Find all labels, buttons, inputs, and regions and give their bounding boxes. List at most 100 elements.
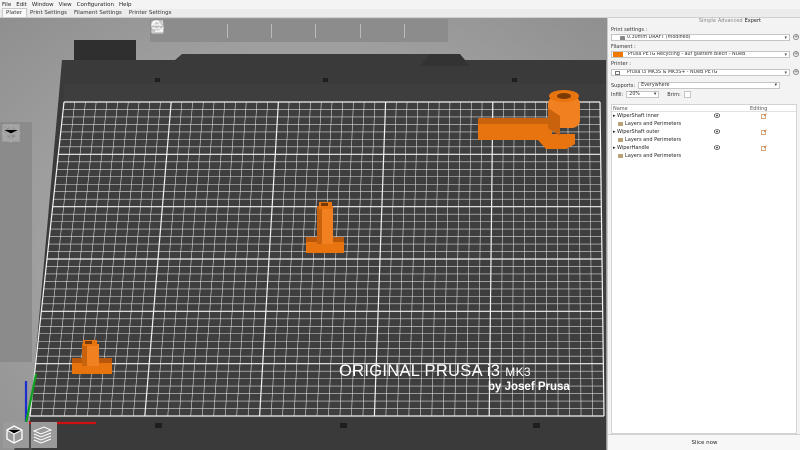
menu-edit[interactable]: Edit: [16, 2, 27, 8]
object-row[interactable]: ▸ WiperHandle: [612, 144, 796, 152]
object-list: Name Editing ▸ WiperShaft inner Layers a…: [611, 104, 797, 434]
brim-checkbox[interactable]: [683, 91, 691, 98]
chevron-down-icon: ▾: [784, 70, 787, 76]
toolbar-separator-2: [271, 23, 275, 38]
toolbar-separator-4: [359, 23, 364, 38]
redo-icon[interactable]: [152, 22, 445, 39]
print-settings-value: 0.30mm DRAFT (modified): [627, 35, 691, 40]
infill-value: 20%: [629, 92, 640, 97]
paste-icon[interactable]: [152, 20, 268, 39]
tab-print-settings[interactable]: Print Settings: [27, 9, 71, 17]
menu-bar: File Edit Window View Configuration Help: [0, 0, 800, 9]
supports-label: Supports:: [611, 82, 636, 89]
filament-value: Prusa PETG Recycling - auf glattem Blech…: [628, 52, 746, 57]
sidebar: Simple Advanced Expert Print settings : …: [607, 18, 800, 450]
menu-view[interactable]: View: [59, 2, 72, 8]
object-row[interactable]: ▸ WiperShaft outer: [612, 128, 796, 136]
add-instance-icon[interactable]: [152, 21, 294, 39]
tab-bar: Plater Print Settings Filament Settings …: [0, 8, 800, 18]
object-sub-label: Layers and Perimeters: [625, 153, 682, 159]
tab-printer-settings[interactable]: Printer Settings: [126, 9, 176, 17]
add-filament-icon[interactable]: +: [793, 51, 799, 57]
chevron-down-icon: ▾: [653, 92, 657, 97]
add-preset-icon[interactable]: +: [793, 34, 799, 40]
layers-preview-icon: [32, 426, 53, 444]
place-on-face-icon[interactable]: [2, 124, 29, 241]
supports-icon[interactable]: [3, 124, 29, 299]
object-subrow[interactable]: Layers and Perimeters: [612, 152, 796, 160]
bed-brand-suffix: MK3: [505, 365, 531, 379]
print-settings-combo[interactable]: 0.30mm DRAFT (modified) ▾: [611, 34, 790, 41]
tab-plater[interactable]: Plater: [2, 8, 28, 17]
object-row[interactable]: ▸ WiperShaft inner: [612, 112, 796, 120]
edit-settings-icon[interactable]: [761, 128, 767, 135]
filament-combo[interactable]: Prusa PETG Recycling - auf glattem Blech…: [611, 51, 790, 58]
seam-icon[interactable]: [2, 124, 29, 328]
visibility-eye-icon[interactable]: [714, 129, 720, 134]
layers-icon: [618, 153, 623, 158]
slice-now-button[interactable]: Slice now: [608, 434, 800, 450]
infill-label: Infill:: [611, 91, 624, 98]
print-settings-label: Print settings :: [611, 27, 648, 33]
toolbar-separator-5: [403, 23, 408, 38]
visibility-eye-icon[interactable]: [714, 113, 720, 118]
edit-settings-icon[interactable]: [761, 144, 767, 151]
infill-combo[interactable]: 20% ▾: [626, 91, 660, 98]
print-bed-scene: ORIGINAL PRUSA i3 MK3 by Josef Prusa: [14, 40, 606, 450]
lock-icon: [620, 36, 625, 40]
filament-label: Filament :: [611, 44, 636, 50]
mode-switch: Simple Advanced Expert: [698, 18, 762, 26]
mode-simple[interactable]: Simple: [698, 18, 717, 26]
printer-value: Prusa i3 MK3S & MK3S+ - NUeB PETG: [627, 70, 718, 75]
top-toolbar: [150, 19, 448, 42]
layers-icon: [618, 137, 623, 142]
chevron-down-icon: ▾: [784, 35, 787, 41]
tab-filament-settings[interactable]: Filament Settings: [71, 9, 126, 17]
object-subrow[interactable]: Layers and Perimeters: [612, 120, 796, 128]
bed-brand-line2: by Josef Prusa: [488, 381, 570, 393]
split-objects-icon[interactable]: [151, 20, 338, 39]
supports-combo[interactable]: Everywhere ▾: [638, 82, 781, 89]
scale-icon[interactable]: [2, 124, 29, 183]
delete-icon[interactable]: [152, 21, 187, 39]
object-sub-label: Layers and Perimeters: [625, 137, 682, 143]
bed-brand-line1-text: ORIGINAL PRUSA i3: [339, 362, 500, 380]
object-subrow[interactable]: Layers and Perimeters: [612, 136, 796, 144]
menu-help[interactable]: Help: [119, 2, 132, 8]
layers-icon: [618, 121, 623, 126]
menu-configuration[interactable]: Configuration: [77, 2, 114, 8]
column-editing: Editing: [750, 105, 768, 112]
cube-icon: [6, 425, 23, 444]
expand-icon: ▸: [613, 113, 616, 119]
printer-label: Printer :: [611, 61, 631, 67]
column-name: Name: [613, 105, 628, 112]
remove-instance-icon[interactable]: [152, 22, 313, 39]
mode-expert[interactable]: Expert: [744, 18, 762, 26]
infill-row: Infill: 20% ▾ Brim:: [611, 91, 691, 98]
mode-advanced[interactable]: Advanced: [717, 18, 744, 26]
supports-value: Everywhere: [641, 83, 670, 88]
menu-file[interactable]: File: [2, 2, 11, 8]
menu-window[interactable]: Window: [32, 2, 54, 8]
left-toolbar: [0, 122, 32, 362]
undo-icon[interactable]: [151, 21, 427, 39]
delete-all-icon[interactable]: [152, 20, 205, 39]
rotate-icon[interactable]: [3, 125, 29, 212]
cut-icon[interactable]: [2, 125, 29, 270]
object-name: WiperHandle: [617, 145, 650, 151]
search-icon[interactable]: [151, 20, 382, 39]
copy-icon[interactable]: [151, 20, 250, 39]
visibility-eye-icon[interactable]: [714, 145, 720, 150]
chevron-down-icon: ▾: [784, 52, 787, 58]
brim-label: Brim:: [667, 91, 681, 98]
3d-viewport[interactable]: ORIGINAL PRUSA i3 MK3 by Josef Prusa: [0, 18, 607, 450]
3d-view-button[interactable]: [3, 422, 29, 448]
arrange-icon[interactable]: [152, 21, 224, 39]
split-parts-icon[interactable]: [151, 22, 357, 39]
add-printer-icon[interactable]: +: [793, 69, 799, 75]
preview-button[interactable]: [31, 422, 57, 448]
layers-editing-icon[interactable]: [152, 22, 401, 39]
printer-icon: [615, 71, 620, 75]
printer-combo[interactable]: Prusa i3 MK3S & MK3S+ - NUeB PETG ▾: [611, 69, 790, 76]
edit-settings-icon[interactable]: [761, 112, 767, 119]
